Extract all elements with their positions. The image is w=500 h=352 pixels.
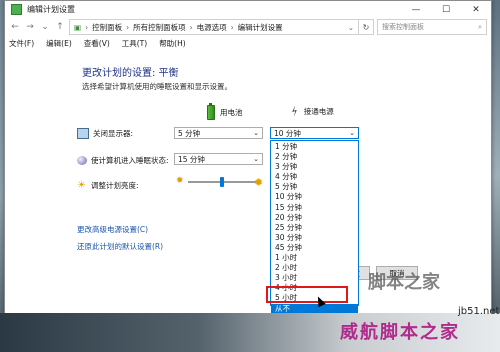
search-input[interactable]: 搜索控制面板 ⌕	[377, 19, 487, 35]
monitor-icon	[77, 128, 89, 139]
page-title: 更改计划的设置: 平衡	[82, 68, 179, 79]
menu-edit[interactable]: 编辑(E)	[46, 38, 72, 49]
brightness-sun-icon: ☀	[77, 180, 86, 191]
breadcrumb-item[interactable]: 所有控制面板项	[133, 22, 186, 33]
breadcrumb-item[interactable]: 编辑计划设置	[238, 22, 283, 33]
address-bar[interactable]: ▣ › 控制面板 › 所有控制面板项 › 电源选项 › 编辑计划设置 ⌄	[69, 19, 359, 35]
battery-column-label: 用电池	[220, 108, 243, 117]
display-off-battery-value: 5 分钟	[178, 128, 201, 138]
red-highlight-box	[266, 286, 348, 303]
control-panel-icon	[11, 4, 22, 15]
watermark-site: jb51.net	[458, 306, 500, 317]
watermark-faint: 脚本之家	[368, 272, 440, 293]
window-title: 编辑计划设置	[27, 5, 75, 14]
search-placeholder: 搜索控制面板	[382, 23, 424, 31]
brightness-row: ☀ 调整计划亮度:	[77, 180, 139, 191]
sleep-moon-icon	[77, 156, 87, 165]
display-off-plugged-value: 10 分钟	[274, 128, 301, 138]
display-off-plugged-select[interactable]: 10 分钟 ⌄	[270, 127, 359, 139]
breadcrumb-item[interactable]: 控制面板	[92, 22, 122, 33]
refresh-icon[interactable]: ↻	[358, 19, 374, 35]
menu-file[interactable]: 文件(F)	[9, 38, 34, 49]
dropdown-option[interactable]: 5 分钟	[271, 182, 358, 192]
dropdown-option[interactable]: 25 分钟	[271, 223, 358, 233]
brightness-high-icon: ✹	[254, 176, 264, 189]
address-dropdown-icon[interactable]: ⌄	[348, 23, 354, 32]
dropdown-option[interactable]: 30 分钟	[271, 233, 358, 243]
display-off-battery-select[interactable]: 5 分钟 ⌄	[174, 127, 263, 139]
dropdown-option[interactable]: 3 分钟	[271, 162, 358, 172]
dropdown-option[interactable]: 15 分钟	[271, 203, 358, 213]
dropdown-option[interactable]: 20 分钟	[271, 213, 358, 223]
menu-tools[interactable]: 工具(T)	[122, 38, 147, 49]
plugged-column-header: ⚡ 接通电源	[288, 103, 334, 120]
minimize-button[interactable]: —	[401, 1, 431, 18]
plugged-column-label: 接通电源	[303, 107, 334, 116]
battery-icon	[207, 103, 215, 120]
dropdown-option[interactable]: 10 分钟	[271, 192, 358, 202]
battery-column-header: 用电池	[207, 103, 243, 120]
folder-icon: ▣	[74, 22, 82, 32]
close-button[interactable]: ✕	[461, 1, 491, 18]
chevron-down-icon: ⌄	[253, 129, 259, 137]
back-arrow-icon[interactable]: ←	[9, 22, 21, 32]
sleep-battery-select[interactable]: 15 分钟 ⌄	[174, 153, 263, 165]
title-bar: 编辑计划设置 — ☐ ✕	[5, 1, 491, 18]
recent-chevron-icon[interactable]: ⌄	[39, 22, 51, 32]
sleep-row: 使计算机进入睡眠状态:	[77, 155, 169, 166]
display-off-label: 关闭显示器:	[93, 129, 134, 138]
dropdown-option[interactable]: 1 小时	[271, 253, 358, 263]
navigation-bar: ← → ⌄ ↑ ▣ › 控制面板 › 所有控制面板项 › 电源选项 › 编辑计划…	[5, 18, 491, 36]
restore-defaults-link[interactable]: 还原此计划的默认设置(R)	[77, 241, 163, 252]
dropdown-option[interactable]: 45 分钟	[271, 243, 358, 253]
dropdown-option[interactable]: 3 小时	[271, 273, 358, 283]
slider-thumb[interactable]	[220, 177, 224, 187]
forward-arrow-icon[interactable]: →	[24, 22, 36, 32]
breadcrumb-item[interactable]: 电源选项	[197, 22, 227, 33]
page-description: 选择希望计算机使用的睡眠设置和显示设置。	[82, 82, 232, 91]
chevron-down-icon: ⌄	[253, 155, 259, 163]
dropdown-option[interactable]: 4 分钟	[271, 172, 358, 182]
dropdown-option[interactable]: 2 分钟	[271, 152, 358, 162]
power-plug-icon: ⚡	[288, 103, 302, 120]
menu-help[interactable]: 帮助(H)	[159, 38, 186, 49]
dropdown-option[interactable]: 1 分钟	[271, 142, 358, 152]
brightness-label: 调整计划亮度:	[91, 181, 139, 190]
advanced-settings-link[interactable]: 更改高级电源设置(C)	[77, 224, 148, 235]
sleep-battery-value: 15 分钟	[178, 154, 205, 164]
brightness-low-icon: ✹	[176, 176, 184, 186]
up-arrow-icon[interactable]: ↑	[54, 22, 66, 32]
brightness-battery-slider[interactable]	[188, 177, 256, 187]
search-icon: ⌕	[478, 22, 482, 31]
menu-view[interactable]: 查看(V)	[84, 38, 110, 49]
chevron-down-icon: ⌄	[349, 129, 355, 137]
display-off-row: 关闭显示器:	[77, 128, 133, 139]
menu-bar: 文件(F) 编辑(E) 查看(V) 工具(T) 帮助(H)	[5, 36, 491, 50]
display-off-plugged-dropdown-list: 1 分钟 2 分钟 3 分钟 4 分钟 5 分钟 10 分钟 15 分钟 20 分钟 25 分钟…	[270, 140, 359, 314]
breadcrumb-separator-icon: ›	[85, 22, 89, 32]
dropdown-option[interactable]: 2 小时	[271, 263, 358, 273]
maximize-button[interactable]: ☐	[431, 1, 461, 18]
watermark-brand: 威航脚本之家	[340, 322, 460, 343]
breadcrumb-separator-icon: ›	[189, 22, 193, 32]
breadcrumb-separator-icon: ›	[126, 22, 130, 32]
breadcrumb-separator-icon: ›	[230, 22, 234, 32]
sleep-label: 使计算机进入睡眠状态:	[91, 156, 169, 165]
